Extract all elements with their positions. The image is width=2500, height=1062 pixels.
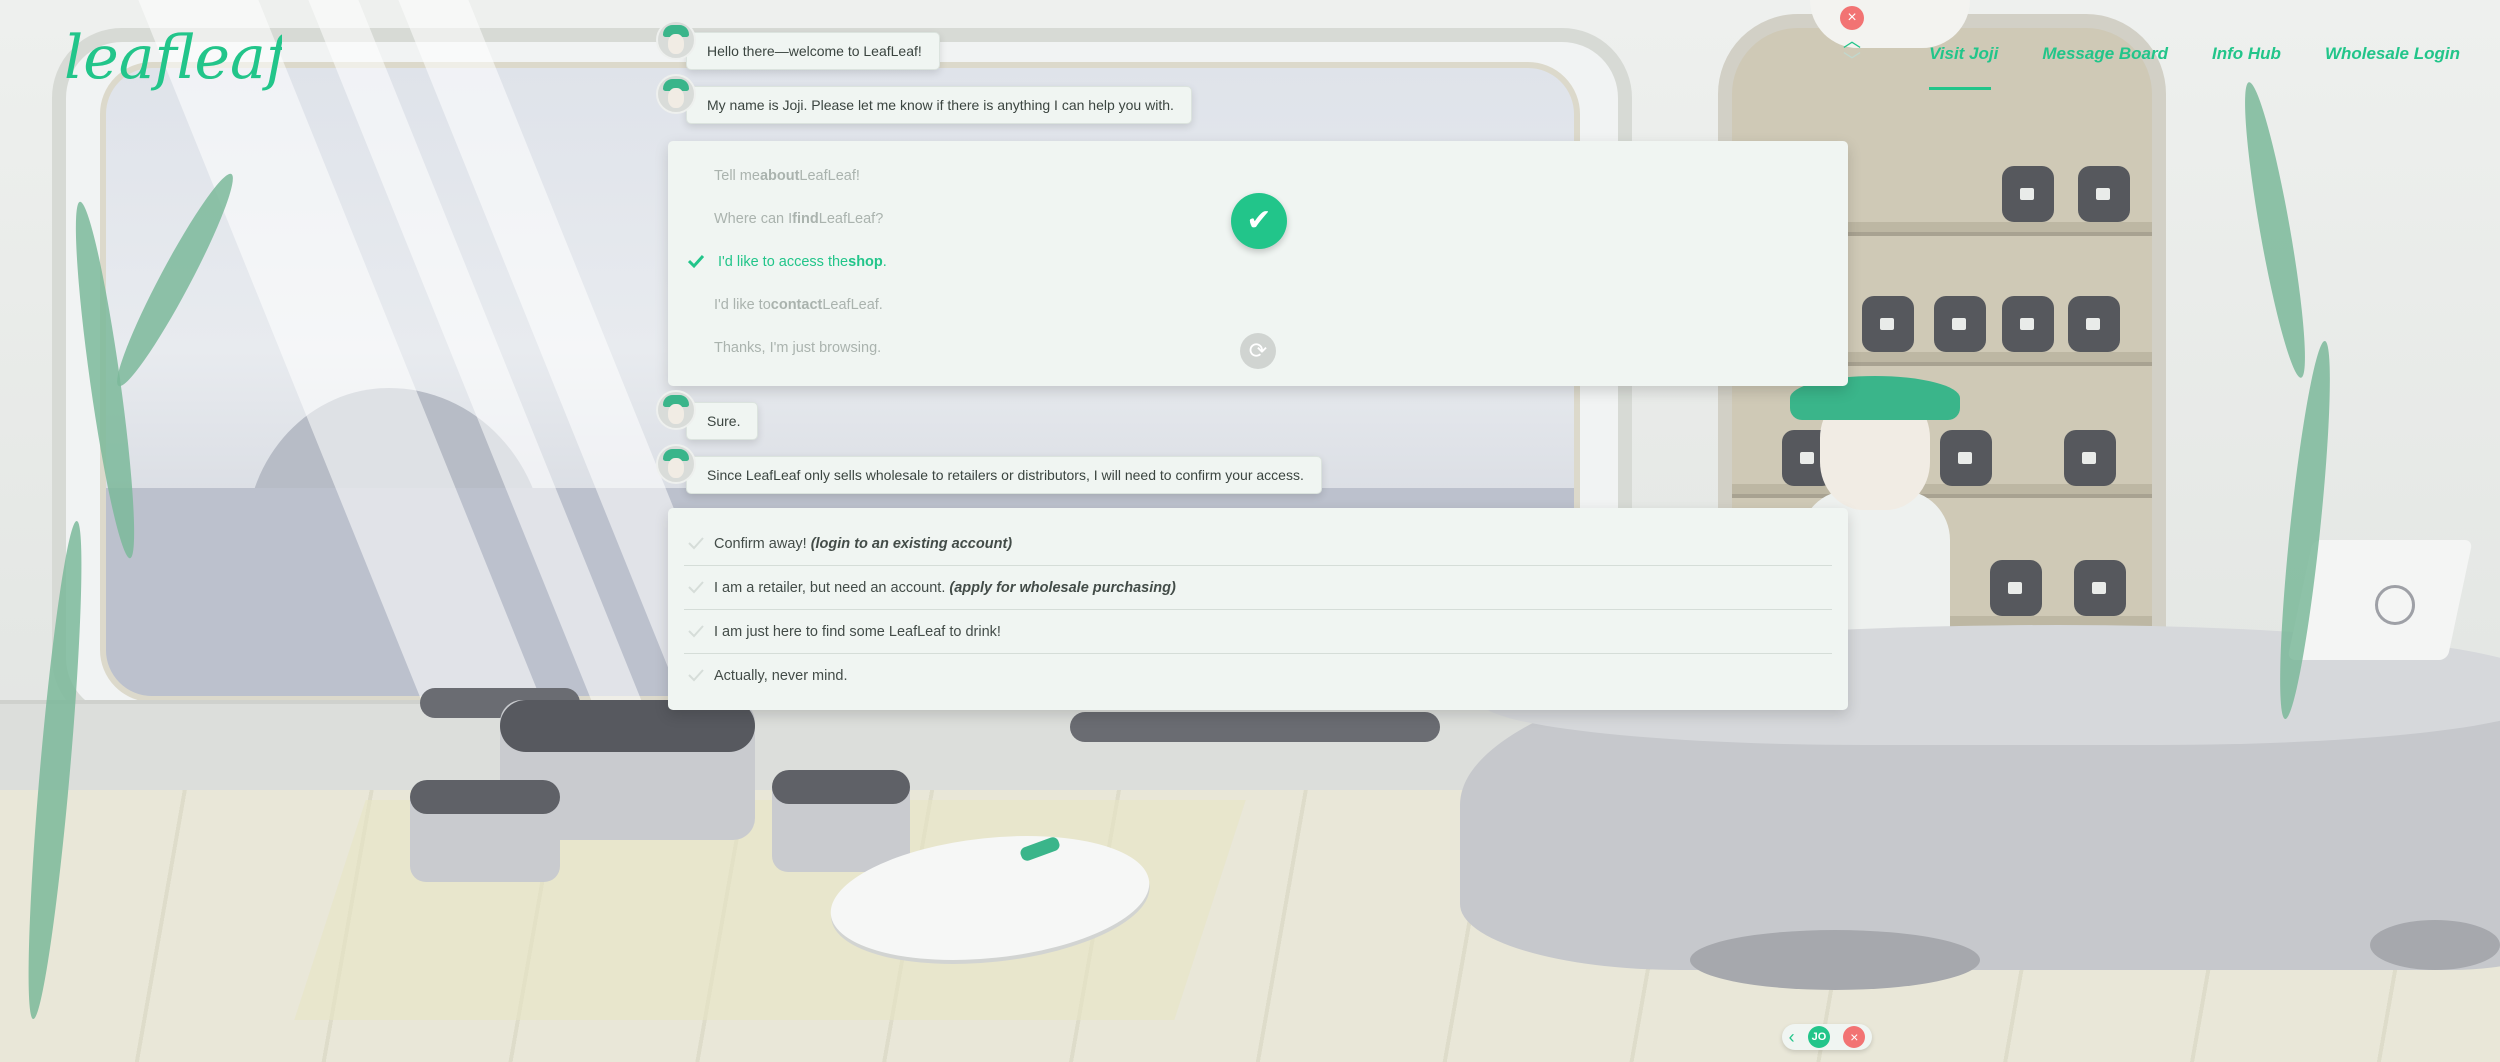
- chat-mini-controls: × ︿ ﹀: [1836, 6, 1868, 86]
- top-nav: Visit Joji Message Board Info Hub Wholes…: [1929, 44, 2460, 90]
- chat-message: Sure.: [656, 390, 759, 440]
- checkmark-icon: [688, 581, 704, 594]
- option-drink[interactable]: I am just here to find some LeafLeaf to …: [684, 610, 1832, 654]
- leafleaf-logo[interactable]: leafleaf: [62, 12, 298, 102]
- ceiling-lamp: [1810, 0, 1970, 48]
- nav-visit-joji[interactable]: Visit Joji: [1929, 44, 1998, 90]
- message-bubble: Hello there—welcome to LeafLeaf!: [686, 32, 940, 70]
- option-apply[interactable]: I am a retailer, but need an account. (a…: [684, 566, 1832, 610]
- checkmark-icon: [688, 254, 704, 269]
- chevron-down-icon[interactable]: ﹀: [1843, 52, 1861, 70]
- nav-wholesale-login[interactable]: Wholesale Login: [2325, 44, 2460, 70]
- joji-avatar: [656, 20, 696, 60]
- option-never-mind[interactable]: Actually, never mind.: [684, 654, 1832, 697]
- joji-avatar: [656, 444, 696, 484]
- chevron-left-icon[interactable]: ‹: [1789, 1027, 1795, 1048]
- joji-badge[interactable]: JO: [1807, 1026, 1830, 1048]
- logo-text: leafleaf: [64, 23, 282, 93]
- checkmark-icon: ✔: [1231, 193, 1287, 249]
- option-about[interactable]: Tell me about LeafLeaf!: [668, 154, 1848, 197]
- leaf-icon: [2375, 585, 2415, 625]
- redo-icon[interactable]: ⟳: [1240, 333, 1276, 369]
- close-icon[interactable]: ×: [1843, 1026, 1866, 1048]
- joji-avatar: [656, 390, 696, 430]
- message-bubble: Sure.: [686, 402, 759, 440]
- nav-info-hub[interactable]: Info Hub: [2212, 44, 2281, 70]
- chat-message: My name is Joji. Please let me know if t…: [656, 74, 1192, 124]
- message-bubble: My name is Joji. Please let me know if t…: [686, 86, 1192, 124]
- message-bubble: Since LeafLeaf only sells wholesale to r…: [686, 456, 1322, 494]
- nav-message-board[interactable]: Message Board: [2042, 44, 2168, 70]
- checkmark-icon: [688, 625, 704, 638]
- chat-message: Since LeafLeaf only sells wholesale to r…: [656, 444, 1322, 494]
- options-panel-answered: Tell me about LeafLeaf! Where can I find…: [668, 141, 1848, 386]
- chevron-up-icon[interactable]: ︿: [1843, 32, 1861, 50]
- checkmark-icon: [688, 537, 704, 550]
- checkmark-icon: [688, 669, 704, 682]
- logo-mark: leafleaf: [64, 23, 298, 93]
- options-panel-active: Confirm away! (login to an existing acco…: [668, 508, 1848, 710]
- chat-message: Hello there—welcome to LeafLeaf!: [656, 20, 940, 70]
- joji-avatar: [656, 74, 696, 114]
- option-contact[interactable]: I'd like to contact LeafLeaf.: [668, 283, 1848, 326]
- option-login[interactable]: Confirm away! (login to an existing acco…: [684, 522, 1832, 566]
- close-icon[interactable]: ×: [1840, 6, 1864, 30]
- chat-dock: ‹ JO ×: [1782, 1024, 1872, 1050]
